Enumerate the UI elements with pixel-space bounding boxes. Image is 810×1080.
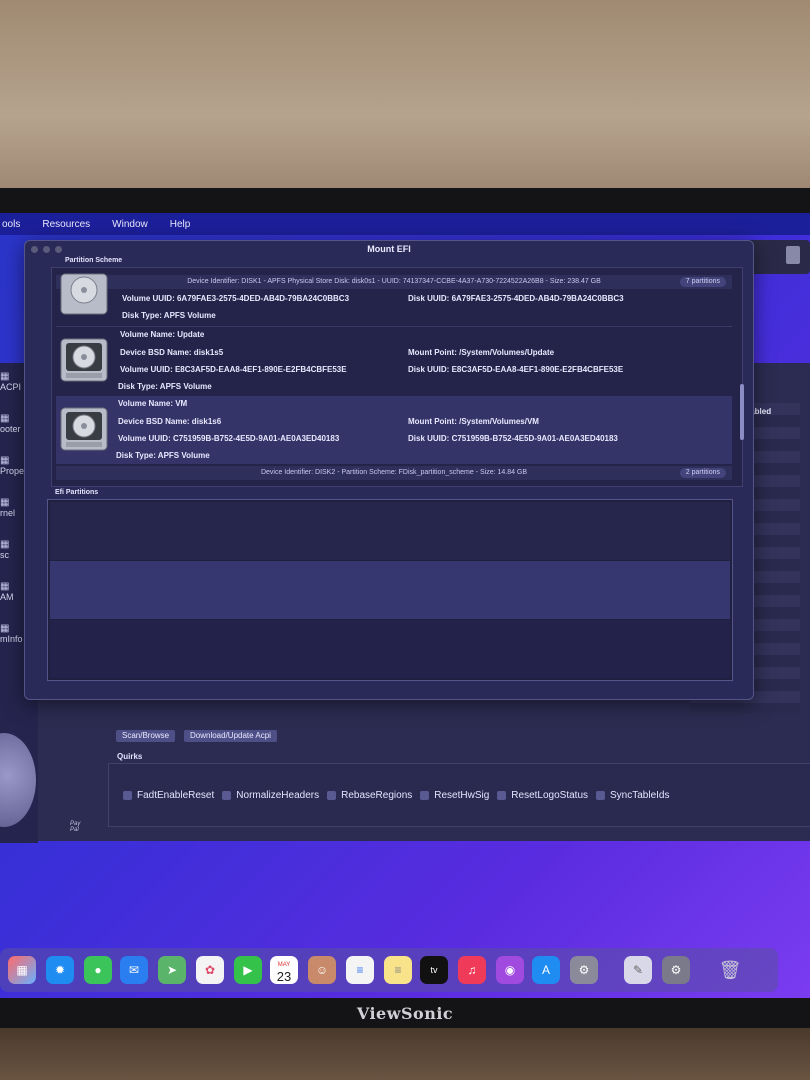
podcasts-icon[interactable]: ◉ bbox=[496, 956, 524, 984]
efi-partition-list[interactable] bbox=[47, 499, 733, 681]
disk-uuid: Disk UUID: C751959B-B752-4E5D-9A01-AE0A3… bbox=[408, 434, 618, 443]
hard-drive-icon bbox=[60, 407, 108, 451]
contacts-icon[interactable]: ☺ bbox=[308, 956, 336, 984]
safari-icon[interactable]: ✹ bbox=[46, 956, 74, 984]
screen: ools Resources Window Help ▦ ACPI ▦ oote… bbox=[0, 213, 810, 998]
disk-uuid: Disk UUID: E8C3AF5D-EAA8-4EF1-890E-E2FB4… bbox=[408, 365, 624, 374]
launchpad-icon[interactable]: ▦ bbox=[8, 956, 36, 984]
disk2-partition-badge: 2 partitions bbox=[679, 468, 726, 478]
bsd-name: Device BSD Name: disk1s6 bbox=[118, 417, 222, 426]
messages-icon[interactable]: ● bbox=[84, 956, 112, 984]
table-row[interactable] bbox=[50, 620, 730, 678]
disk2-identifier: Device Identifier: DISK2 - Partition Sch… bbox=[260, 469, 528, 476]
quirk-normalizeheaders[interactable]: NormalizeHeaders bbox=[222, 790, 319, 801]
document-icon bbox=[786, 246, 800, 264]
volume-name: Volume Name: Update bbox=[120, 330, 205, 339]
checkbox[interactable] bbox=[596, 791, 606, 800]
disk-type: Disk Type: APFS Volume bbox=[116, 451, 210, 460]
dock: ▦ ✹ ● ✉ ➤ ✿ ▶ MAY 23 ☺ ≡ ≡ tv ♫ ◉ A ⚙ ✎ … bbox=[0, 948, 778, 992]
quirk-label: SyncTableIds bbox=[610, 790, 670, 801]
reminders-icon[interactable]: ≡ bbox=[346, 956, 374, 984]
disk2-header[interactable]: Device Identifier: DISK2 - Partition Sch… bbox=[56, 466, 732, 480]
disk1-identifier: Device Identifier: DISK1 - APFS Physical… bbox=[187, 278, 601, 285]
table-row[interactable] bbox=[50, 561, 730, 619]
window-titlebar: Mount EFI bbox=[25, 241, 753, 257]
preview-icon[interactable]: ✎ bbox=[624, 956, 652, 984]
volume-name: Volume Name: VM bbox=[118, 399, 188, 408]
quirk-resetlogostatus[interactable]: ResetLogoStatus bbox=[497, 790, 588, 801]
monitor-brand-logo: ViewSonic bbox=[356, 1004, 454, 1023]
volume-uuid: Volume UUID: 6A79FAE3-2575-4DED-AB4D-79B… bbox=[122, 294, 350, 303]
hard-drive-icon bbox=[60, 338, 108, 382]
mount-point: Mount Point: /System/Volumes/Update bbox=[408, 348, 555, 357]
quirks-panel: Quirks FadtEnableReset NormalizeHeaders … bbox=[108, 752, 810, 827]
disk1-header[interactable]: Device Identifier: DISK1 - APFS Physical… bbox=[56, 275, 732, 289]
quirk-label: NormalizeHeaders bbox=[236, 790, 320, 801]
mount-efi-window: Mount EFI Partition Scheme Device Identi… bbox=[24, 240, 754, 700]
table-row[interactable] bbox=[50, 502, 730, 560]
maps-icon[interactable]: ➤ bbox=[158, 956, 186, 984]
menu-resources[interactable]: Resources bbox=[40, 219, 92, 230]
tv-icon[interactable]: tv bbox=[420, 956, 448, 984]
quirk-label: ResetLogoStatus bbox=[511, 790, 589, 801]
quirk-label: RebaseRegions bbox=[341, 790, 413, 801]
app-store-icon[interactable]: A bbox=[532, 956, 560, 984]
list-item[interactable]: Volume UUID: 6A79FAE3-2575-4DED-AB4D-79B… bbox=[56, 273, 732, 324]
scrollbar-thumb[interactable] bbox=[740, 384, 744, 440]
disk-type: Disk Type: APFS Volume bbox=[118, 382, 212, 391]
quirk-fadtenablereset[interactable]: FadtEnableReset bbox=[123, 790, 214, 801]
window-title: Mount EFI bbox=[367, 244, 411, 254]
volume-uuid: Volume UUID: E8C3AF5D-EAA8-4EF1-890E-E2F… bbox=[120, 365, 347, 374]
quirk-label: ResetHwSig bbox=[434, 790, 490, 801]
disk-uuid: Disk UUID: 6A79FAE3-2575-4DED-AB4D-79BA2… bbox=[408, 294, 624, 303]
menu-help[interactable]: Help bbox=[168, 219, 193, 230]
quirk-synctableids[interactable]: SyncTableIds bbox=[596, 790, 670, 801]
paypal-label[interactable]: Pay Pal bbox=[70, 821, 80, 833]
opencore-configurator-icon[interactable]: ⚙ bbox=[662, 956, 690, 984]
calendar-icon[interactable]: MAY 23 bbox=[270, 956, 298, 984]
bsd-name: Device BSD Name: disk1s5 bbox=[120, 348, 224, 357]
quirks-title: Quirks bbox=[117, 752, 143, 761]
tv-label: tv bbox=[430, 965, 438, 975]
quirk-label: FadtEnableReset bbox=[137, 790, 215, 801]
list-item[interactable]: Volume Name: Update Device BSD Name: dis… bbox=[56, 326, 732, 395]
checkbox[interactable] bbox=[123, 791, 132, 800]
download-acpi-button[interactable]: Download/Update Acpi bbox=[184, 730, 277, 742]
disk1-partition-badge: 7 partitions bbox=[679, 277, 726, 287]
checkbox[interactable] bbox=[222, 791, 232, 800]
checkbox[interactable] bbox=[327, 791, 337, 800]
checkbox[interactable] bbox=[420, 791, 430, 800]
partition-scheme-label: Partition Scheme bbox=[65, 257, 123, 264]
mail-icon[interactable]: ✉ bbox=[120, 956, 148, 984]
hard-drive-icon bbox=[60, 273, 108, 315]
list-item[interactable]: Volume Name: VM Device BSD Name: disk1s6… bbox=[56, 396, 732, 464]
calendar-day: 23 bbox=[276, 969, 292, 984]
mount-point: Mount Point: /System/Volumes/VM bbox=[408, 417, 539, 426]
checkbox[interactable] bbox=[497, 791, 507, 800]
system-preferences-icon[interactable]: ⚙ bbox=[570, 956, 598, 984]
menu-bar: ools Resources Window Help bbox=[0, 213, 810, 235]
quirk-rebaseregions[interactable]: RebaseRegions bbox=[327, 790, 412, 801]
menu-tools[interactable]: ools bbox=[0, 219, 22, 230]
notes-icon[interactable]: ≡ bbox=[384, 956, 412, 984]
volume-uuid: Volume UUID: C751959B-B752-4E5D-9A01-AE0… bbox=[118, 434, 340, 443]
partition-list[interactable]: Device Identifier: DISK1 - APFS Physical… bbox=[51, 267, 744, 487]
trash-icon[interactable]: 🗑 bbox=[716, 956, 744, 984]
photos-icon[interactable]: ✿ bbox=[196, 956, 224, 984]
efi-partitions-label: Efi Partitions bbox=[55, 489, 99, 496]
wall-background bbox=[0, 0, 810, 195]
desk-surface bbox=[0, 1028, 810, 1080]
scan-browse-button[interactable]: Scan/Browse bbox=[116, 730, 176, 742]
quirk-resethwsig[interactable]: ResetHwSig bbox=[420, 790, 489, 801]
facetime-icon[interactable]: ▶ bbox=[234, 956, 262, 984]
menu-window[interactable]: Window bbox=[110, 219, 150, 230]
music-icon[interactable]: ♫ bbox=[458, 956, 486, 984]
disk-type: Disk Type: APFS Volume bbox=[122, 311, 216, 320]
